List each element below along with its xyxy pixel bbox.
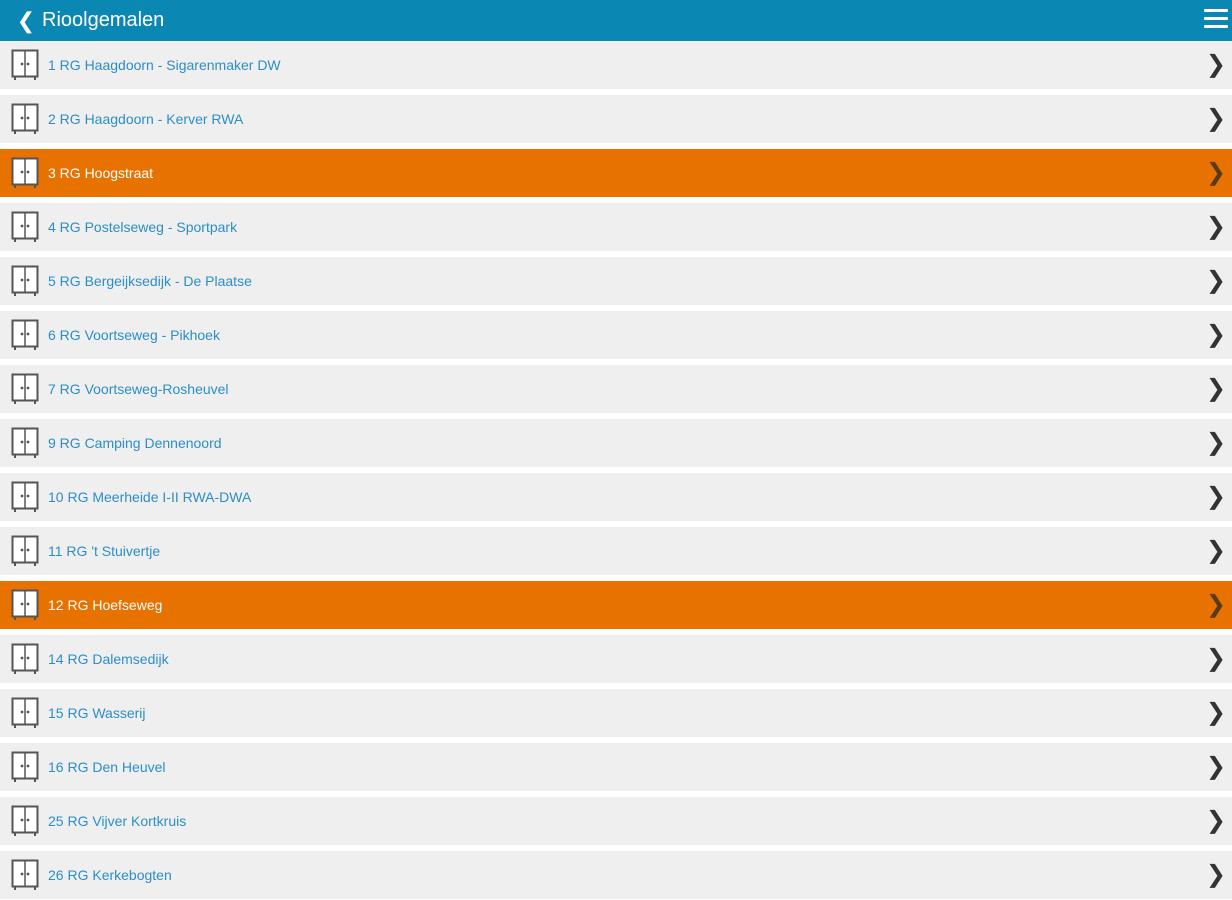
chevron-right-icon: ❯ <box>1205 105 1226 132</box>
list-item[interactable]: 7 RG Voortseweg-Rosheuvel ❯ <box>0 365 1232 413</box>
list-item[interactable]: 15 RG Wasserij ❯ <box>0 689 1232 737</box>
list-item[interactable]: 25 RG Vijver Kortkruis ❯ <box>0 797 1232 845</box>
list-item[interactable]: 5 RG Bergeijksedijk - De Plaatse ❯ <box>0 257 1232 305</box>
list-item-label: 11 RG 't Stuivertje <box>48 543 161 559</box>
chevron-right-icon: ❯ <box>1205 861 1226 888</box>
cabinet-icon <box>11 643 39 674</box>
list-item[interactable]: 3 RG Hoogstraat ❯ <box>0 149 1232 197</box>
chevron-right-icon: ❯ <box>1205 267 1226 294</box>
hamburger-line <box>1204 25 1228 28</box>
cabinet-icon <box>11 589 39 620</box>
list-item-label: 4 RG Postelseweg - Sportpark <box>48 219 238 235</box>
list-item[interactable]: 14 RG Dalemsedijk ❯ <box>0 635 1232 683</box>
app-header: ❮ Rioolgemalen <box>0 0 1232 41</box>
chevron-right-icon: ❯ <box>1205 483 1226 510</box>
list-item-label: 7 RG Voortseweg-Rosheuvel <box>48 381 229 397</box>
chevron-left-icon: ❮ <box>16 7 36 33</box>
chevron-right-icon: ❯ <box>1205 375 1226 402</box>
chevron-right-icon: ❯ <box>1205 699 1226 726</box>
list-item[interactable]: 12 RG Hoefseweg ❯ <box>0 581 1232 629</box>
list-item-label: 9 RG Camping Dennenoord <box>48 435 222 451</box>
list-item[interactable]: 1 RG Haagdoorn - Sigarenmaker DW ❯ <box>0 41 1232 89</box>
list-item-label: 5 RG Bergeijksedijk - De Plaatse <box>48 273 252 289</box>
list-item-label: 25 RG Vijver Kortkruis <box>48 813 187 829</box>
list-item-label: 2 RG Haagdoorn - Kerver RWA <box>48 111 244 127</box>
chevron-right-icon: ❯ <box>1205 213 1226 240</box>
page-title: Rioolgemalen <box>42 9 165 31</box>
cabinet-icon <box>11 211 39 242</box>
cabinet-icon <box>11 805 39 836</box>
cabinet-icon <box>11 157 39 188</box>
chevron-right-icon: ❯ <box>1205 321 1226 348</box>
cabinet-icon <box>11 859 39 890</box>
list-item[interactable]: 9 RG Camping Dennenoord ❯ <box>0 419 1232 467</box>
cabinet-icon <box>11 49 39 80</box>
list-item-label: 3 RG Hoogstraat <box>48 165 154 181</box>
list-item-label: 1 RG Haagdoorn - Sigarenmaker DW <box>48 57 281 73</box>
list-item[interactable]: 10 RG Meerheide I-II RWA-DWA ❯ <box>0 473 1232 521</box>
list-item-label: 15 RG Wasserij <box>48 705 146 721</box>
menu-button[interactable] <box>1204 9 1228 31</box>
cabinet-icon <box>11 319 39 350</box>
chevron-right-icon: ❯ <box>1205 537 1226 564</box>
chevron-right-icon: ❯ <box>1205 591 1226 618</box>
chevron-right-icon: ❯ <box>1205 159 1226 186</box>
cabinet-icon <box>11 373 39 404</box>
hamburger-menu-icon <box>1204 9 1228 12</box>
list-item-label: 26 RG Kerkebogten <box>48 867 172 883</box>
cabinet-icon <box>11 481 39 512</box>
list-item[interactable]: 4 RG Postelseweg - Sportpark ❯ <box>0 203 1232 251</box>
chevron-right-icon: ❯ <box>1205 51 1226 78</box>
list-item-label: 12 RG Hoefseweg <box>48 597 163 613</box>
list-item-label: 6 RG Voortseweg - Pikhoek <box>48 327 220 343</box>
list-item[interactable]: 16 RG Den Heuvel ❯ <box>0 743 1232 791</box>
cabinet-icon <box>11 427 39 458</box>
cabinet-icon <box>11 103 39 134</box>
chevron-right-icon: ❯ <box>1205 429 1226 456</box>
list-item[interactable]: 6 RG Voortseweg - Pikhoek ❯ <box>0 311 1232 359</box>
cabinet-icon <box>11 751 39 782</box>
chevron-right-icon: ❯ <box>1205 753 1226 780</box>
list-item[interactable]: 26 RG Kerkebogten ❯ <box>0 851 1232 899</box>
chevron-right-icon: ❯ <box>1205 807 1226 834</box>
list-item-label: 16 RG Den Heuvel <box>48 759 166 775</box>
list-item[interactable]: 11 RG 't Stuivertje ❯ <box>0 527 1232 575</box>
hamburger-line <box>1204 17 1228 20</box>
back-button[interactable]: ❮ <box>12 8 40 34</box>
cabinet-icon <box>11 697 39 728</box>
cabinet-icon <box>11 265 39 296</box>
chevron-right-icon: ❯ <box>1205 645 1226 672</box>
list-item[interactable]: 2 RG Haagdoorn - Kerver RWA ❯ <box>0 95 1232 143</box>
list-item-label: 10 RG Meerheide I-II RWA-DWA <box>48 489 252 505</box>
cabinet-icon <box>11 535 39 566</box>
list-item-label: 14 RG Dalemsedijk <box>48 651 169 667</box>
pumping-station-list: 1 RG Haagdoorn - Sigarenmaker DW ❯ 2 RG … <box>0 41 1232 899</box>
